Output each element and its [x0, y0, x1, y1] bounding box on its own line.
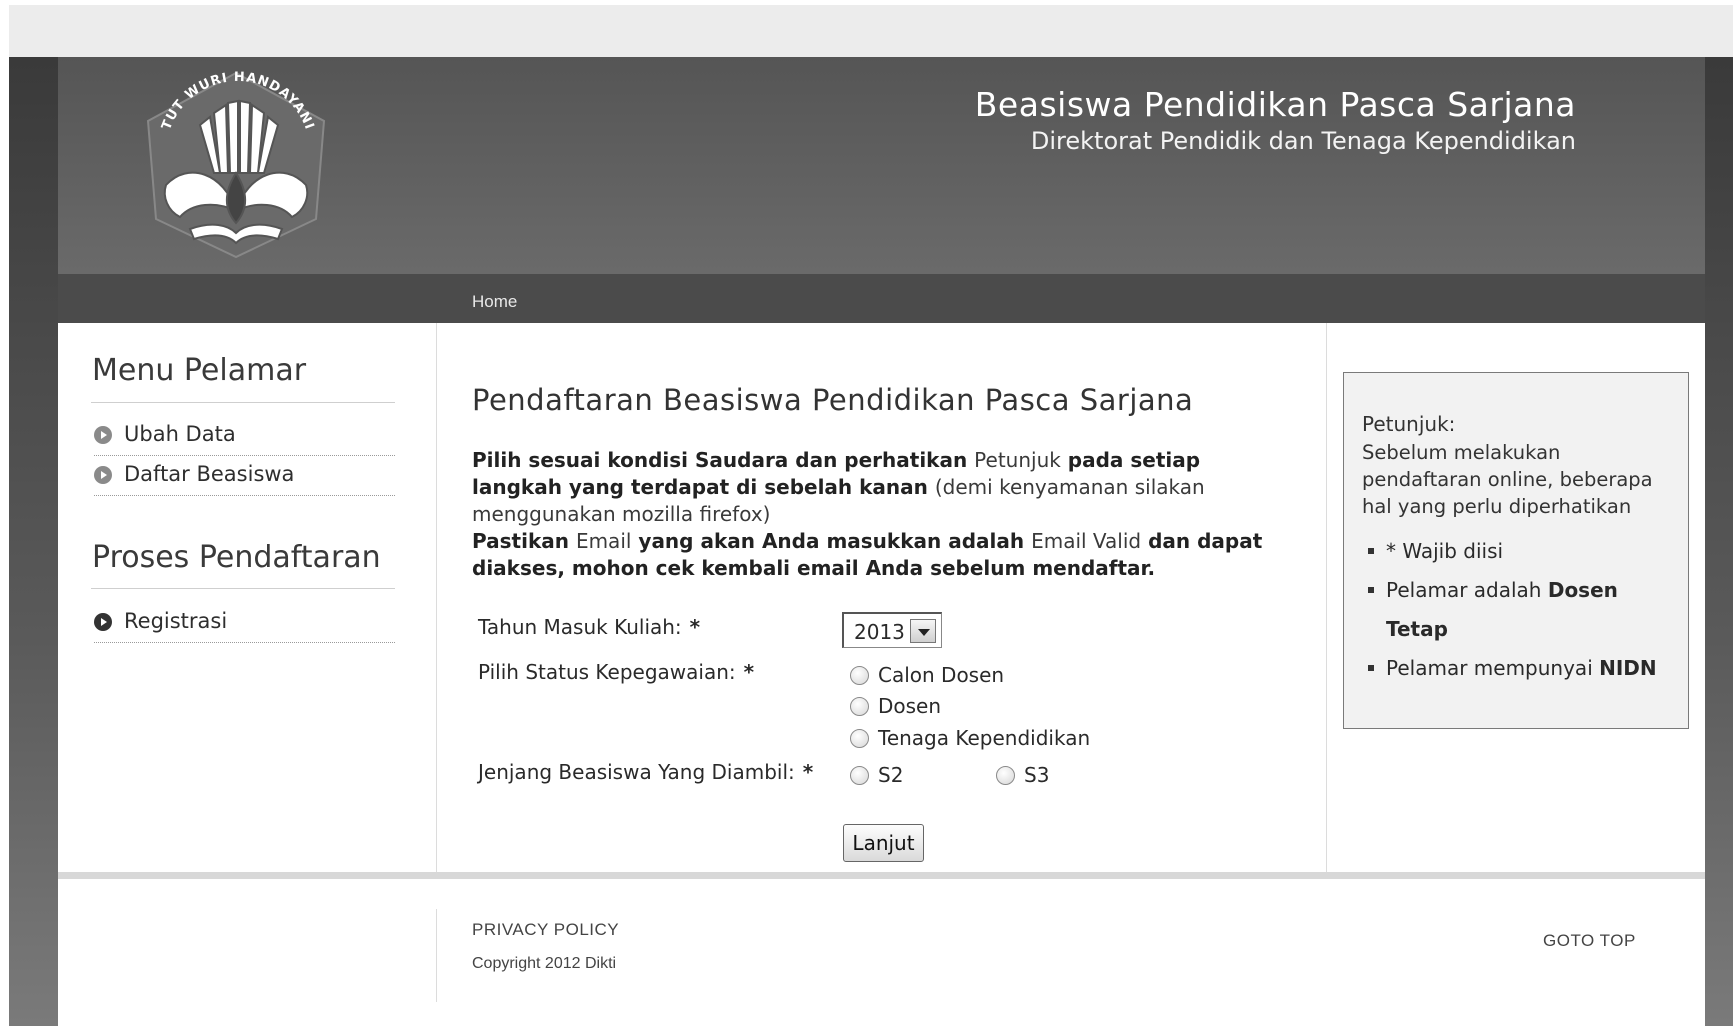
required-mark: * [743, 660, 755, 684]
field-label-text: Jenjang Beasiswa Yang Diambil: [478, 760, 795, 784]
radio-button[interactable] [850, 766, 869, 785]
menu-pelamar-heading: Menu Pelamar [92, 353, 307, 388]
column-divider [436, 323, 437, 872]
nav-bar: Home [58, 274, 1705, 323]
browser-top-strip [9, 5, 1733, 57]
petunjuk-text: Sebelum melakukan pendaftaran online, be… [1362, 441, 1653, 518]
arrow-bullet-icon [94, 613, 112, 631]
select-value: 2013 [854, 620, 905, 644]
sidebar-item-label: Ubah Data [124, 422, 236, 446]
intro-text-part: Pastikan [472, 529, 576, 553]
radio-label: S3 [1024, 763, 1050, 787]
list-item-text: * Wajib diisi [1386, 539, 1504, 563]
required-mark: * [689, 615, 701, 639]
sidebar-item-ubah-data[interactable]: Ubah Data [94, 416, 395, 456]
list-item-text: Pelamar adalah [1386, 578, 1548, 602]
arrow-bullet-icon [94, 426, 112, 444]
arrow-bullet-icon [94, 466, 112, 484]
petunjuk-box: Petunjuk: Sebelum melakukan pendaftaran … [1343, 372, 1689, 729]
tut-wuri-handayani-logo: TUT WURI HANDAYANI [146, 70, 326, 259]
list-item-bold: NIDN [1599, 656, 1657, 680]
required-mark: * [802, 760, 814, 784]
list-item: Pelamar mempunyai NIDN [1362, 649, 1682, 688]
tahun-masuk-label: Tahun Masuk Kuliah: * [478, 615, 700, 639]
radio-label: Dosen [878, 694, 942, 718]
content-area: Menu Pelamar Ubah Data Daftar Beasiswa P… [58, 323, 1705, 872]
column-divider [1326, 323, 1327, 872]
sidebar-item-daftar-beasiswa[interactable]: Daftar Beasiswa [94, 456, 395, 496]
lanjut-button[interactable]: Lanjut [843, 824, 924, 862]
nav-home-link[interactable]: Home [472, 292, 517, 312]
heading-divider [91, 588, 395, 589]
sidebar-item-label: Registrasi [124, 609, 228, 633]
privacy-policy-link[interactable]: PRIVACY POLICY [472, 920, 619, 940]
intro-text-part: yang akan Anda masukkan adalah [631, 529, 1032, 553]
radio-label: S2 [878, 763, 904, 787]
jenjang-beasiswa-label: Jenjang Beasiswa Yang Diambil: * [478, 760, 813, 784]
site-header: TUT WURI HANDAYANI Beasiswa Pendidikan P… [58, 57, 1705, 274]
tahun-masuk-select[interactable]: 2013 [842, 612, 942, 648]
radio-label: Calon Dosen [878, 663, 1005, 687]
radio-button[interactable] [996, 766, 1015, 785]
site-title: Beasiswa Pendidikan Pasca Sarjana [974, 85, 1576, 124]
petunjuk-list: * Wajib diisi Pelamar adalah Dosen Tetap… [1362, 532, 1682, 688]
proses-pendaftaran-heading: Proses Pendaftaran [92, 540, 381, 575]
radio-button[interactable] [850, 666, 869, 685]
page-right-border [1705, 57, 1733, 1026]
site-subtitle: Direktorat Pendidik dan Tenaga Kependidi… [1030, 127, 1576, 155]
list-item-text: Pelamar mempunyai [1386, 656, 1600, 680]
radio-label: Tenaga Kependidikan [878, 726, 1091, 750]
petunjuk-reference: Petunjuk [974, 448, 1061, 472]
field-label-text: Pilih Status Kepegawaian: [478, 660, 736, 684]
page-title: Pendaftaran Beasiswa Pendidikan Pasca Sa… [472, 383, 1194, 417]
list-item: * Wajib diisi [1362, 532, 1682, 571]
radio-button[interactable] [850, 729, 869, 748]
sidebar-item-registrasi[interactable]: Registrasi [94, 603, 395, 643]
copyright-text: Copyright 2012 Dikti [472, 955, 617, 972]
petunjuk-heading: Petunjuk: [1362, 412, 1456, 436]
intro-text-part: Pilih sesuai kondisi Saudara dan perhati… [472, 448, 975, 472]
page-left-border [9, 57, 58, 1026]
footer-divider [58, 872, 1705, 879]
email-valid-reference: Email Valid [1031, 529, 1142, 553]
list-item: Pelamar adalah Dosen Tetap [1362, 571, 1682, 649]
sidebar-item-label: Daftar Beasiswa [124, 462, 295, 486]
intro-text: Pilih sesuai kondisi Saudara dan perhati… [472, 447, 1292, 582]
goto-top-link[interactable]: GOTO TOP [1543, 931, 1636, 951]
heading-divider [91, 402, 395, 403]
dropdown-arrow-icon[interactable] [910, 619, 936, 643]
site-footer: PRIVACY POLICY Copyright 2012 Dikti GOTO… [58, 879, 1705, 1026]
status-kepegawaian-label: Pilih Status Kepegawaian: * [478, 660, 754, 684]
column-divider [436, 909, 437, 1002]
radio-button[interactable] [850, 697, 869, 716]
field-label-text: Tahun Masuk Kuliah: [478, 615, 682, 639]
email-reference: Email [575, 529, 632, 553]
